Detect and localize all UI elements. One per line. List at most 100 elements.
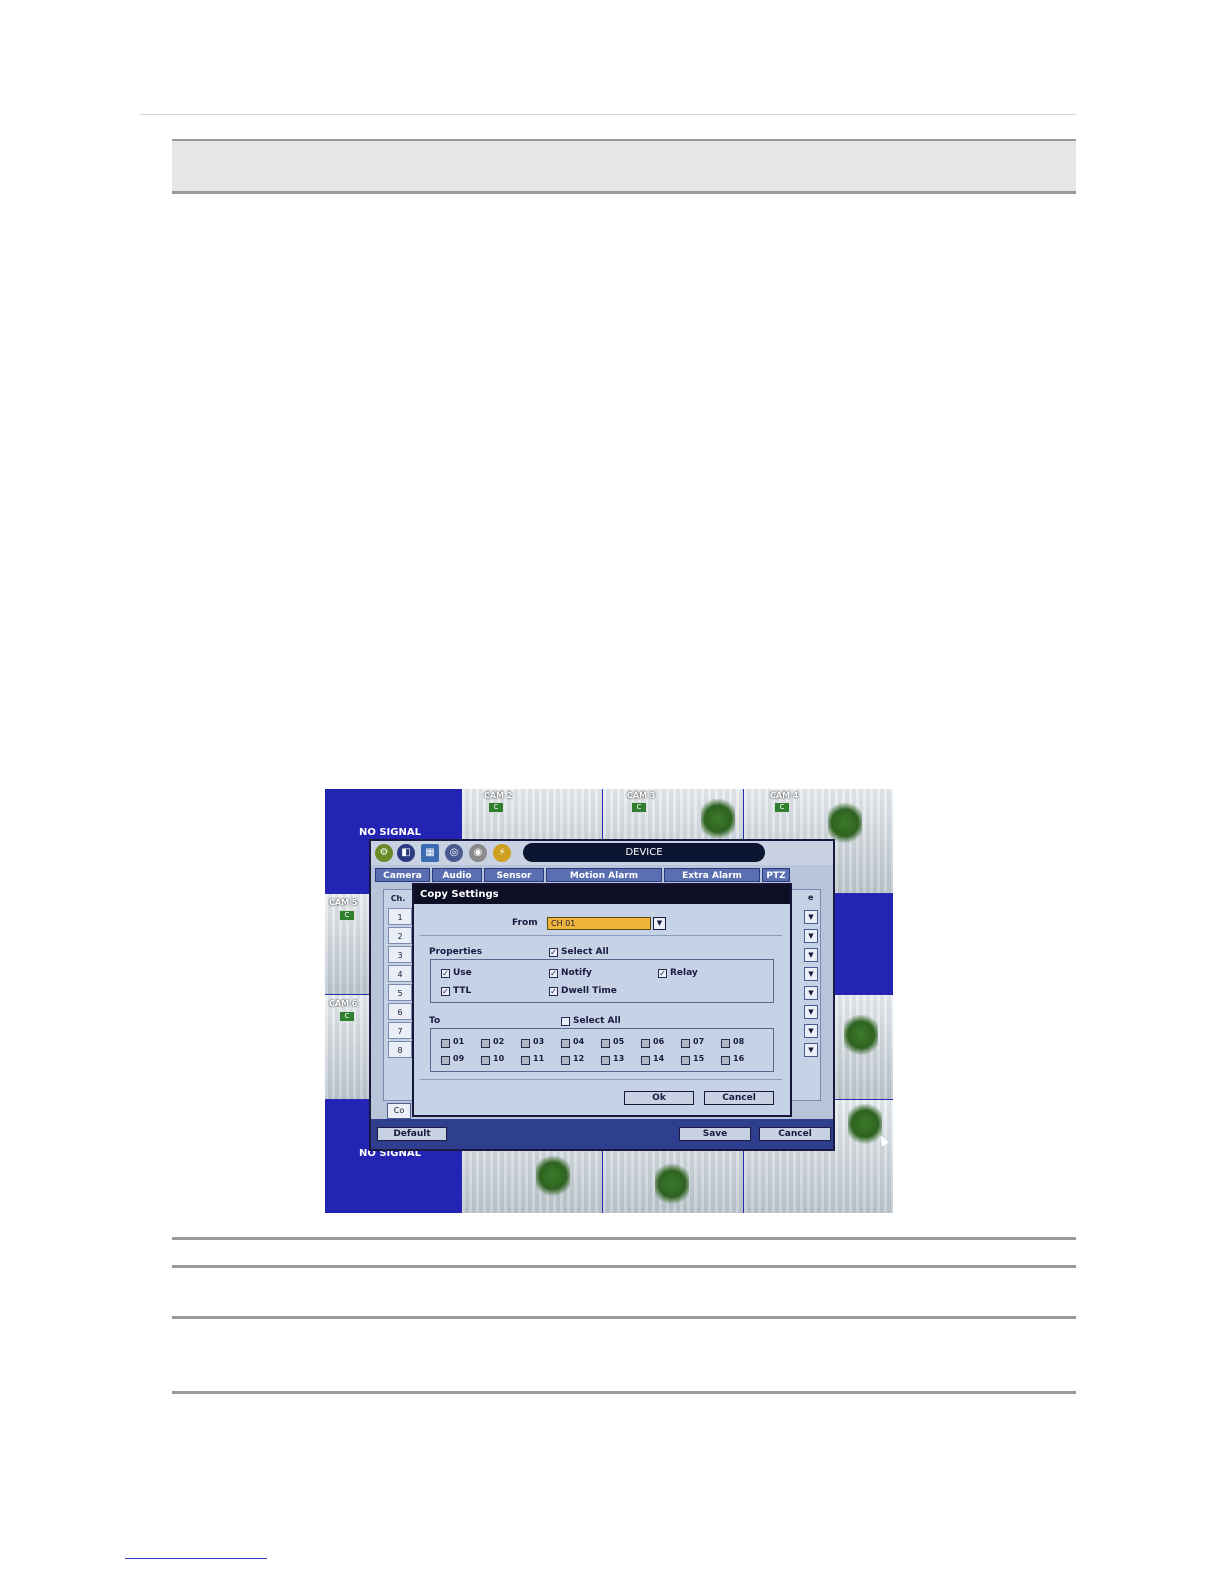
channel-row[interactable]: 3 — [388, 946, 412, 963]
to-channel-label: 03 — [533, 1037, 545, 1046]
gear-icon[interactable]: ⚙ — [375, 844, 393, 862]
dropdown-arrow-icon[interactable]: ▼ — [804, 1005, 818, 1019]
properties-select-all-checkbox[interactable]: ✓ — [549, 948, 558, 957]
to-channel-label: 10 — [493, 1054, 505, 1063]
cam-label: CAM 5 — [329, 898, 358, 907]
tab-audio[interactable]: Audio — [432, 868, 482, 882]
to-channel-label: 12 — [573, 1054, 585, 1063]
channel-row[interactable]: 8 — [388, 1041, 412, 1058]
to-channel-label: 04 — [573, 1037, 585, 1046]
use-label: Use — [453, 968, 472, 978]
to-channel-checkbox[interactable] — [441, 1056, 450, 1065]
tab-camera[interactable]: Camera — [375, 868, 430, 882]
to-channel-checkbox[interactable] — [521, 1039, 530, 1048]
to-channel-label: 05 — [613, 1037, 625, 1046]
to-channel-checkbox[interactable] — [721, 1039, 730, 1048]
copy-button[interactable]: Co — [387, 1103, 411, 1119]
ok-button[interactable]: Ok — [624, 1091, 694, 1105]
network-icon[interactable]: ◎ — [445, 844, 463, 862]
to-channel-checkbox[interactable] — [641, 1056, 650, 1065]
cam-badge: C — [488, 802, 504, 813]
channel-row[interactable]: 6 — [388, 1003, 412, 1020]
channel-row[interactable]: 4 — [388, 965, 412, 982]
dwell-time-label: Dwell Time — [561, 986, 617, 996]
to-channel-checkbox[interactable] — [721, 1056, 730, 1065]
to-channel-label: 02 — [493, 1037, 505, 1046]
dvr-screenshot: NO SIGNAL CAM 2 C CAM 3 C CAM 4 C CAM 5 … — [325, 789, 893, 1213]
side-header: e — [808, 893, 814, 902]
tab-ptz[interactable]: PTZ — [762, 868, 790, 882]
to-channel-label: 08 — [733, 1037, 745, 1046]
menu-toolbar: ⚙ ◧ ▦ ◎ ◉ ⚡ DEVICE — [371, 841, 833, 865]
to-label: To — [429, 1016, 441, 1026]
to-channel-label: 11 — [533, 1054, 545, 1063]
ttl-checkbox[interactable]: ✓ — [441, 987, 450, 996]
top-divider — [140, 114, 1076, 115]
to-select-all-checkbox[interactable] — [561, 1017, 570, 1026]
chevron-down-icon[interactable]: ▼ — [653, 917, 666, 930]
cam-badge: C — [339, 910, 355, 921]
cam-label: CAM 4 — [770, 791, 799, 800]
to-channel-checkbox[interactable] — [681, 1056, 690, 1065]
default-button[interactable]: Default — [377, 1127, 447, 1141]
tab-motion-alarm[interactable]: Motion Alarm — [546, 868, 662, 882]
to-channel-checkbox[interactable] — [441, 1039, 450, 1048]
cancel-button[interactable]: Cancel — [759, 1127, 831, 1141]
footnote-rule — [125, 1558, 267, 1559]
channel-row[interactable]: 7 — [388, 1022, 412, 1039]
dropdown-arrow-icon[interactable]: ▼ — [804, 948, 818, 962]
tab-sensor[interactable]: Sensor — [484, 868, 544, 882]
use-checkbox[interactable]: ✓ — [441, 969, 450, 978]
dropdown-arrow-icon[interactable]: ▼ — [804, 910, 818, 924]
separator — [420, 935, 782, 936]
cam-label: CAM 3 — [627, 791, 656, 800]
divider — [172, 1316, 1076, 1319]
to-channel-label: 07 — [693, 1037, 705, 1046]
channel-row[interactable]: 1 — [388, 908, 412, 925]
dialog-cancel-button[interactable]: Cancel — [704, 1091, 774, 1105]
to-channel-label: 09 — [453, 1054, 465, 1063]
dropdown-arrow-icon[interactable]: ▼ — [804, 929, 818, 943]
to-channel-label: 06 — [653, 1037, 665, 1046]
save-button[interactable]: Save — [679, 1127, 751, 1141]
to-channel-checkbox[interactable] — [481, 1039, 490, 1048]
channel-row[interactable]: 5 — [388, 984, 412, 1001]
properties-select-all-label: Select All — [561, 947, 609, 957]
to-select-all-label: Select All — [573, 1016, 621, 1026]
divider — [172, 1265, 1076, 1268]
copy-settings-dialog: Copy Settings From CH 01 ▼ Properties ✓ … — [412, 883, 792, 1117]
to-channel-checkbox[interactable] — [601, 1056, 610, 1065]
system-icon[interactable]: ⚡ — [493, 844, 511, 862]
from-select[interactable]: CH 01 — [547, 917, 651, 930]
notify-checkbox[interactable]: ✓ — [549, 969, 558, 978]
to-channel-checkbox[interactable] — [641, 1039, 650, 1048]
dropdown-arrow-icon[interactable]: ▼ — [804, 986, 818, 1000]
to-channel-checkbox[interactable] — [521, 1056, 530, 1065]
tab-extra-alarm[interactable]: Extra Alarm — [664, 868, 760, 882]
dropdown-arrow-icon[interactable]: ▼ — [804, 1024, 818, 1038]
to-channel-checkbox[interactable] — [561, 1056, 570, 1065]
no-signal-text: NO SIGNAL — [359, 827, 421, 838]
divider — [172, 1237, 1076, 1240]
header-band — [172, 139, 1076, 194]
channel-row[interactable]: 2 — [388, 927, 412, 944]
device-title: DEVICE — [523, 843, 765, 862]
calendar-icon[interactable]: ▦ — [421, 844, 439, 862]
disk-icon[interactable]: ◉ — [469, 844, 487, 862]
dropdown-arrow-icon[interactable]: ▼ — [804, 967, 818, 981]
to-channel-label: 16 — [733, 1054, 745, 1063]
divider — [172, 1391, 1076, 1394]
bottom-bar: Default Save Cancel — [371, 1119, 833, 1149]
to-channel-checkbox[interactable] — [561, 1039, 570, 1048]
dropdown-arrow-icon[interactable]: ▼ — [804, 1043, 818, 1057]
notify-label: Notify — [561, 968, 592, 978]
cam-badge: C — [339, 1011, 355, 1022]
relay-checkbox[interactable]: ✓ — [658, 969, 667, 978]
to-channel-checkbox[interactable] — [481, 1056, 490, 1065]
ch-header: Ch. — [390, 894, 406, 903]
separator — [420, 1079, 782, 1080]
to-channel-checkbox[interactable] — [681, 1039, 690, 1048]
dwell-time-checkbox[interactable]: ✓ — [549, 987, 558, 996]
to-channel-checkbox[interactable] — [601, 1039, 610, 1048]
device-icon[interactable]: ◧ — [397, 844, 415, 862]
